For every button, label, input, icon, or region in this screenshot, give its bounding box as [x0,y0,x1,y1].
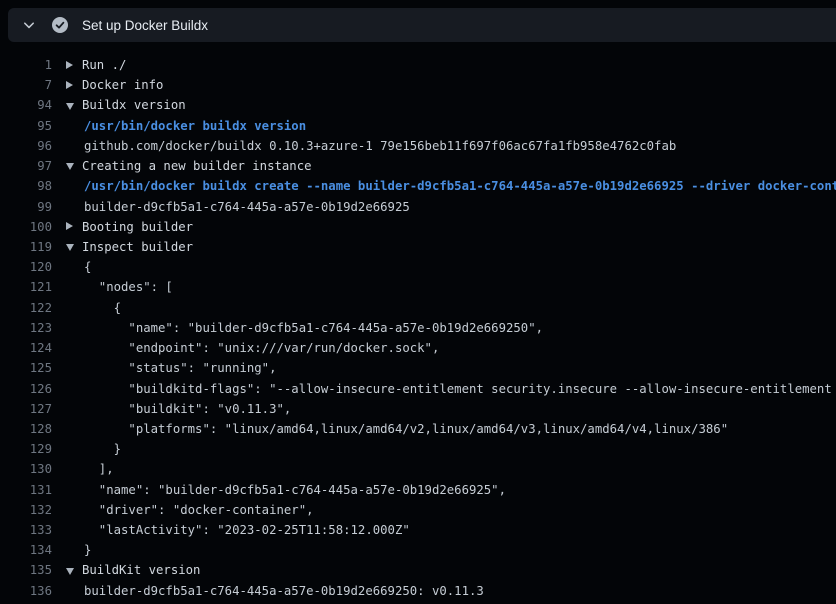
log-row: 129 } [0,439,836,459]
log-row: 132 "driver": "docker-container", [0,500,836,520]
log-text: github.com/docker/buildx 0.10.3+azure-1 … [84,136,676,156]
line-number[interactable]: 132 [0,500,52,520]
line-number[interactable]: 97 [0,156,52,176]
log-text: /usr/bin/docker buildx create --name bui… [84,176,836,196]
log-text: { [84,257,91,277]
line-number[interactable]: 135 [0,560,52,580]
log-row[interactable]: 135 BuildKit version [0,560,836,580]
log-row: 128 "platforms": "linux/amd64,linux/amd6… [0,419,836,439]
log-text: } [84,540,91,560]
log-text: { [84,298,121,318]
line-number[interactable]: 127 [0,399,52,419]
triangle-expanded-icon[interactable] [66,237,82,257]
line-number[interactable]: 94 [0,95,52,115]
log-text: builder-d9cfb5a1-c764-445a-a57e-0b19d2e6… [84,581,484,601]
log-row: 120 { [0,257,836,277]
line-number[interactable]: 121 [0,277,52,297]
log-text: BuildKit version [82,560,200,580]
log-text: Creating a new builder instance [82,156,312,176]
log-row: 130 ], [0,459,836,479]
log-row: 122 { [0,298,836,318]
line-number[interactable]: 131 [0,480,52,500]
log-text: "driver": "docker-container", [84,500,314,520]
log-row: 124 "endpoint": "unix:///var/run/docker.… [0,338,836,358]
log-row: 134 } [0,540,836,560]
log-lines: 1 Run ./ 7 Docker info 94 Buildx version… [0,55,836,601]
triangle-expanded-icon[interactable] [66,95,82,115]
chevron-down-icon[interactable] [22,18,36,32]
line-number[interactable]: 123 [0,318,52,338]
line-number[interactable]: 122 [0,298,52,318]
log-text: Booting builder [82,217,193,237]
line-number[interactable]: 124 [0,338,52,358]
log-row: 127 "buildkit": "v0.11.3", [0,399,836,419]
log-text: /usr/bin/docker buildx version [84,116,306,136]
line-number[interactable]: 100 [0,217,52,237]
log-text: Inspect builder [82,237,193,257]
log-text: } [84,439,121,459]
line-number[interactable]: 133 [0,520,52,540]
log-row: 136 builder-d9cfb5a1-c764-445a-a57e-0b19… [0,581,836,601]
triangle-collapsed-icon[interactable] [66,55,82,75]
log-text: "name": "builder-d9cfb5a1-c764-445a-a57e… [84,318,543,338]
log-row[interactable]: 1 Run ./ [0,55,836,75]
line-number[interactable]: 130 [0,459,52,479]
log-row: 125 "status": "running", [0,358,836,378]
triangle-collapsed-icon[interactable] [66,75,82,95]
line-number[interactable]: 129 [0,439,52,459]
line-number[interactable]: 96 [0,136,52,156]
log-row: 95 /usr/bin/docker buildx version [0,116,836,136]
log-text: "buildkitd-flags": "--allow-insecure-ent… [84,379,836,399]
log-row: 131 "name": "builder-d9cfb5a1-c764-445a-… [0,480,836,500]
line-number[interactable]: 128 [0,419,52,439]
line-number[interactable]: 99 [0,197,52,217]
log-text: Docker info [82,75,163,95]
line-number[interactable]: 136 [0,581,52,601]
line-number[interactable]: 95 [0,116,52,136]
log-row[interactable]: 97 Creating a new builder instance [0,156,836,176]
log-row: 99 builder-d9cfb5a1-c764-445a-a57e-0b19d… [0,197,836,217]
log-text: Run ./ [82,55,126,75]
log-text: "endpoint": "unix:///var/run/docker.sock… [84,338,439,358]
log-text: builder-d9cfb5a1-c764-445a-a57e-0b19d2e6… [84,197,410,217]
step-header[interactable]: Set up Docker Buildx [8,8,836,42]
log-row: 123 "name": "builder-d9cfb5a1-c764-445a-… [0,318,836,338]
log-row: 121 "nodes": [ [0,277,836,297]
log-row[interactable]: 94 Buildx version [0,95,836,115]
line-number[interactable]: 125 [0,358,52,378]
log-text: ], [84,459,114,479]
triangle-expanded-icon[interactable] [66,560,82,580]
log-text: "buildkit": "v0.11.3", [84,399,291,419]
line-number[interactable]: 126 [0,379,52,399]
log-text: "platforms": "linux/amd64,linux/amd64/v2… [84,419,728,439]
log-row: 96 github.com/docker/buildx 0.10.3+azure… [0,136,836,156]
triangle-collapsed-icon[interactable] [66,217,82,237]
log-row: 98 /usr/bin/docker buildx create --name … [0,176,836,196]
log-row: 126 "buildkitd-flags": "--allow-insecure… [0,379,836,399]
line-number[interactable]: 134 [0,540,52,560]
triangle-expanded-icon[interactable] [66,156,82,176]
step-title: Set up Docker Buildx [82,18,208,33]
log-row[interactable]: 119 Inspect builder [0,237,836,257]
log-row[interactable]: 100 Booting builder [0,217,836,237]
log-text: "lastActivity": "2023-02-25T11:58:12.000… [84,520,410,540]
line-number[interactable]: 120 [0,257,52,277]
line-number[interactable]: 119 [0,237,52,257]
log-text: "name": "builder-d9cfb5a1-c764-445a-a57e… [84,480,506,500]
log-text: "status": "running", [84,358,277,378]
log-text: Buildx version [82,95,186,115]
line-number[interactable]: 1 [0,55,52,75]
line-number[interactable]: 98 [0,176,52,196]
log-row[interactable]: 7 Docker info [0,75,836,95]
line-number[interactable]: 7 [0,75,52,95]
log-text: "nodes": [ [84,277,173,297]
log-row: 133 "lastActivity": "2023-02-25T11:58:12… [0,520,836,540]
check-circle-icon [52,17,68,33]
